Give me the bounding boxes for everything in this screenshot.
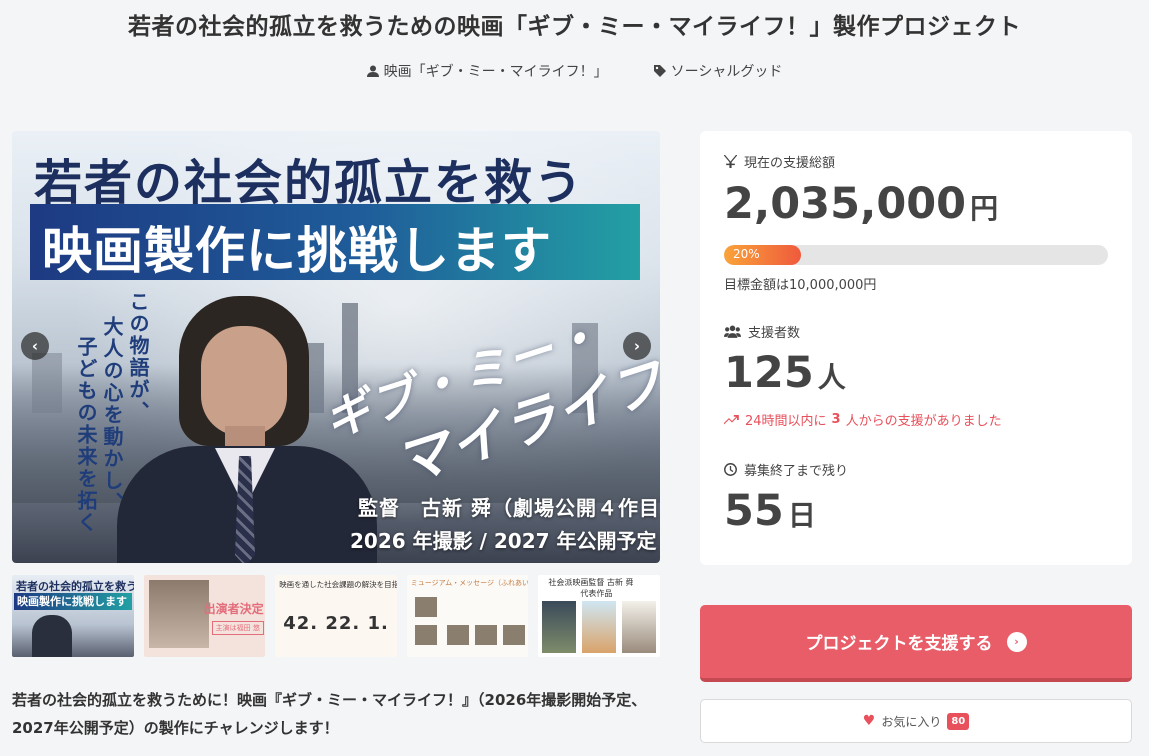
total-amount: 2,035,000 円 [724,179,999,229]
yen-icon [724,155,737,168]
thumbnail-5-header: 社会派映画監督 古新 舜 [548,578,634,587]
page-title: 若者の社会的孤立を救うための映画「ギブ・ミー・マイライフ！」製作プロジェクト [128,14,1021,40]
progress-percent: 20% [733,247,760,261]
clock-icon [724,463,737,476]
total-label: 現在の支援総額 [724,152,835,171]
hero-director: 監督 古新 舜（劇場公開４作目） [358,496,660,520]
thumbnail-3-header: 映画を通した社会課題の解決を目指して [279,580,397,589]
thumbnail-5-subheader: 代表作品 [580,589,613,598]
recent-backers-notice: 24時間以内に 3 人からの支援がありました [724,410,1002,429]
thumbnail-2[interactable]: 出演者決定 主演は福田 悠 [143,575,266,657]
hero-schedule: 2026 年撮影 / 2027 年公開予定 [350,529,657,553]
category-link[interactable]: ソーシャルグッド [653,61,783,81]
arrow-circle-icon: › [1006,631,1027,652]
progress-bar: 20% [724,245,1108,265]
target-amount: 目標金額は10,000,000円 [724,278,877,293]
hero-vertical-text-3: 子どもの未来を拓く [74,336,98,534]
thumbnail-2-sub: 主演は福田 悠 [211,621,264,635]
project-description: 若者の社会的孤立を救うために！映画『ギブ・ミー・マイライフ！』（2026年撮影開… [12,691,647,737]
thumbnail-1[interactable]: 若者の社会的孤立を救う 映画製作に挑戦します [12,575,134,657]
thumbnail-3-numbers: 42. 22. 1. [283,613,389,634]
hero-vertical-text-2: 大人の心を動かし、 [100,316,124,514]
users-icon [724,325,741,338]
hero-headline-1: 若者の社会的孤立を救う [34,155,585,211]
thumbnail-1-banner: 映画製作に挑戦します [14,593,132,610]
thumbnail-5[interactable]: 社会派映画監督 古新 舜 代表作品 [538,575,660,657]
tag-icon [653,65,666,77]
favorite-count: 80 [947,712,970,730]
author-link[interactable]: 映画「ギブ・ミー・マイライフ！」 [366,61,608,81]
favorite-button[interactable]: ♥ お気に入り 80 [700,699,1132,743]
remaining-days: 55 日 [724,486,816,536]
carousel-prev-button[interactable]: ‹ [21,332,49,360]
backers-count: 125 人 [724,348,846,398]
funding-stats-panel: 現在の支援総額 2,035,000 円 20% 目標金額は10,000,000円 … [700,131,1132,565]
backers-label: 支援者数 [724,322,800,341]
thumbnail-2-label: 出演者決定 [203,602,264,616]
thumbnail-strip: 若者の社会的孤立を救う 映画製作に挑戦します 出演者決定 主演は福田 悠 映画を… [12,575,660,657]
heart-icon: ♥ [862,713,876,729]
trend-count: 3 [831,412,841,427]
trend-suffix: 人からの支援がありました [845,414,1002,429]
category-name: ソーシャルグッド [670,64,783,80]
thumbnail-1-title: 若者の社会的孤立を救う [16,580,134,593]
remaining-label: 募集終了まで残り [724,460,848,479]
support-button-label: プロジェクトを支援する [805,634,993,654]
user-icon [366,65,379,77]
hero-headline-2: 映画製作に挑戦します [42,221,552,280]
carousel-next-button[interactable]: › [623,332,651,360]
hero-carousel[interactable]: 若者の社会的孤立を救う 映画製作に挑戦します この物語が、 大人の心を動かし、 … [12,131,660,563]
author-name: 映画「ギブ・ミー・マイライフ！」 [383,64,608,80]
project-meta: 映画「ギブ・ミー・マイライフ！」 ソーシャルグッド [0,61,1149,81]
support-project-button[interactable]: プロジェクトを支援する › [700,605,1132,682]
trend-up-icon [724,414,739,424]
thumbnail-3[interactable]: 映画を通した社会課題の解決を目指して 42. 22. 1. [275,575,397,657]
thumbnail-4[interactable]: ミュージアム・メッセージ（ふれあいできること） [406,575,529,657]
hero-vertical-text-1: この物語が、 [126,291,150,423]
favorite-label: お気に入り [881,714,942,729]
thumbnail-4-header: ミュージアム・メッセージ（ふれあいできること） [410,579,529,587]
trend-prefix: 24時間以内に [745,414,827,429]
